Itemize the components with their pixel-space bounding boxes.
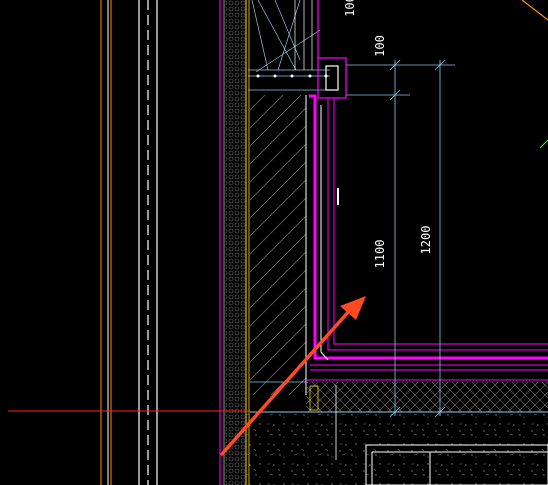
dimension-lines — [346, 59, 455, 418]
dimension-labels: 100 100 1100 1200 — [343, 0, 433, 268]
concrete-slab — [246, 412, 548, 485]
insulation-layer — [224, 0, 246, 485]
slab-hatch — [306, 382, 548, 412]
dim-outer: 1200 — [419, 226, 433, 255]
dim-top-partial: 100 — [343, 0, 357, 17]
dim-upper: 100 — [373, 35, 387, 57]
magenta-frame — [317, 0, 347, 99]
green-tick — [539, 139, 548, 149]
wall-hatch — [250, 95, 306, 395]
orange-diagonal — [521, 0, 548, 21]
cad-drawing-canvas[interactable]: 100 100 1100 1200 — [0, 0, 548, 485]
dim-middle: 1100 — [373, 240, 387, 269]
left-wall-lines — [100, 0, 225, 485]
